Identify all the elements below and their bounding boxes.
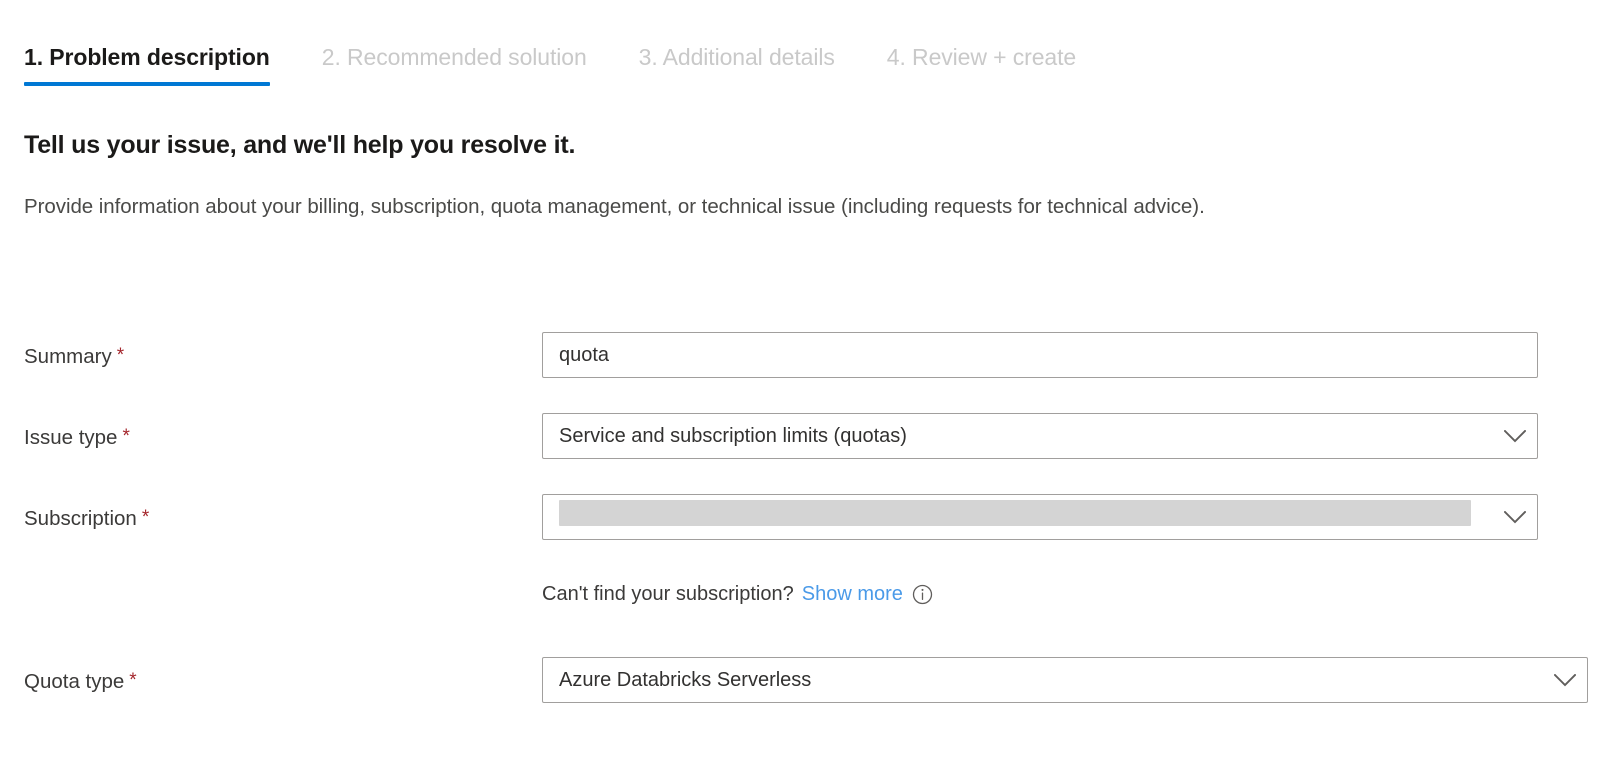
subscription-helper-text: Can't find your subscription?	[542, 580, 794, 608]
tab-recommended-solution[interactable]: 2. Recommended solution	[296, 42, 613, 86]
required-asterisk: *	[129, 670, 136, 691]
issue-type-dropdown-value: Service and subscription limits (quotas)	[559, 422, 1493, 450]
quota-type-dropdown-value: Azure Databricks Serverless	[559, 666, 1543, 694]
tab-recommended-solution-label: 2. Recommended solution	[322, 44, 587, 70]
tab-review-create[interactable]: 4. Review + create	[861, 42, 1102, 86]
redacted-subscription-value	[559, 500, 1471, 526]
show-more-link[interactable]: Show more	[802, 580, 903, 608]
chevron-down-icon[interactable]	[1493, 511, 1537, 524]
label-subscription: Subscription*	[24, 504, 149, 533]
chevron-down-icon[interactable]	[1543, 674, 1587, 687]
label-summary: Summary*	[24, 342, 124, 371]
page-title: Tell us your issue, and we'll help you r…	[24, 128, 575, 162]
tab-additional-details[interactable]: 3. Additional details	[613, 42, 861, 86]
required-asterisk: *	[122, 426, 129, 447]
tab-problem-description-label: 1. Problem description	[24, 44, 270, 70]
summary-input-value: quota	[559, 341, 1525, 369]
issue-type-dropdown[interactable]: Service and subscription limits (quotas)	[542, 413, 1538, 459]
required-asterisk: *	[142, 507, 149, 528]
tab-additional-details-label: 3. Additional details	[639, 44, 835, 70]
subscription-helper: Can't find your subscription? Show more	[542, 580, 933, 608]
tab-review-create-label: 4. Review + create	[887, 44, 1076, 70]
info-circle-icon[interactable]	[912, 584, 933, 605]
subscription-dropdown-value	[559, 500, 1493, 534]
quota-type-dropdown[interactable]: Azure Databricks Serverless	[542, 657, 1588, 703]
chevron-down-icon[interactable]	[1493, 430, 1537, 443]
label-quota-type: Quota type*	[24, 667, 137, 696]
page-description: Provide information about your billing, …	[24, 190, 1524, 224]
summary-input[interactable]: quota	[542, 332, 1538, 378]
subscription-dropdown[interactable]	[542, 494, 1538, 540]
support-request-problem-description-page: 1. Problem description 2. Recommended so…	[0, 0, 1620, 770]
wizard-tabstrip: 1. Problem description 2. Recommended so…	[24, 42, 1102, 86]
tab-problem-description[interactable]: 1. Problem description	[24, 42, 296, 86]
label-issue-type: Issue type*	[24, 423, 130, 452]
active-tab-underline	[24, 82, 270, 86]
required-asterisk: *	[117, 345, 124, 366]
